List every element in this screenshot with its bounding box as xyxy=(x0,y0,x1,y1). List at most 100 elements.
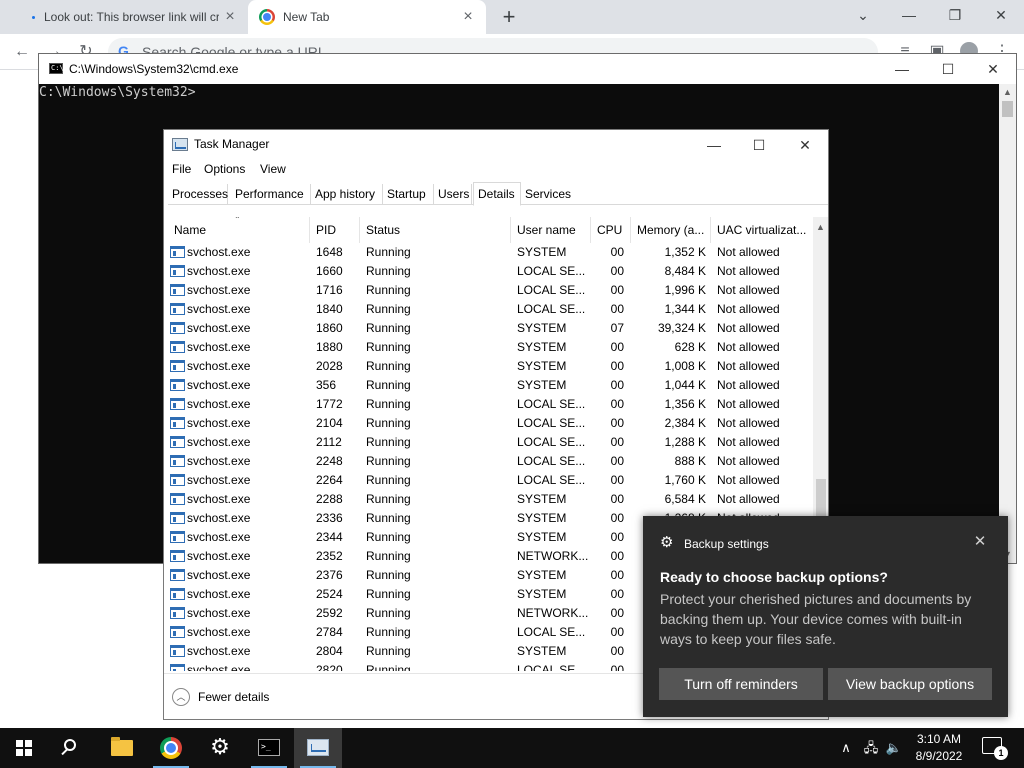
chrome-tab-new-tab[interactable]: New Tab × xyxy=(248,0,486,34)
process-name: svchost.exe xyxy=(187,606,251,620)
close-icon[interactable]: ✕ xyxy=(972,534,988,550)
task-manager-icon xyxy=(172,138,188,151)
taskbar-cmd[interactable]: >_ xyxy=(245,728,293,768)
restore-icon[interactable]: ❐ xyxy=(932,0,978,30)
taskbar-file-explorer[interactable] xyxy=(98,728,146,768)
process-user: LOCAL SE... xyxy=(517,435,586,449)
process-cpu: 00 xyxy=(610,359,624,373)
column-memory[interactable]: Memory (a... xyxy=(631,217,711,243)
tab-processes[interactable]: Processes xyxy=(168,184,228,205)
table-row[interactable]: svchost.exe 1840 Running LOCAL SE... 00 1,344… xyxy=(168,300,813,319)
process-status: Running xyxy=(366,359,411,373)
backup-notification[interactable]: ⚙ Backup settings ✕ Ready to choose back… xyxy=(643,516,1008,717)
cmd-scrollbar[interactable]: ▲ ▼ xyxy=(999,84,1016,563)
clock-time: 3:10 AM xyxy=(916,732,962,746)
chevron-up-circle-icon[interactable]: ︿ xyxy=(172,688,190,706)
close-tab-icon[interactable]: × xyxy=(460,9,476,25)
process-cpu: 00 xyxy=(610,663,624,671)
table-row[interactable]: svchost.exe 2288 Running SYSTEM 00 6,584 K Not… xyxy=(168,490,813,509)
cmd-titlebar[interactable]: C:\ C:\Windows\System32\cmd.exe — ☐ ✕ xyxy=(39,54,1016,84)
view-backup-options-button[interactable]: View backup options xyxy=(828,668,992,700)
menu-options[interactable]: Options xyxy=(204,162,245,176)
maximize-icon[interactable]: ☐ xyxy=(925,54,971,84)
minimize-icon[interactable]: — xyxy=(879,54,925,84)
maximize-icon[interactable]: ☐ xyxy=(736,130,782,160)
process-uac: Not allowed xyxy=(717,473,780,487)
process-name: svchost.exe xyxy=(187,378,251,392)
process-name: svchost.exe xyxy=(187,245,251,259)
table-row[interactable]: svchost.exe 2264 Running LOCAL SE... 00 1,760… xyxy=(168,471,813,490)
back-icon[interactable]: ← xyxy=(12,42,32,62)
close-tab-icon[interactable]: × xyxy=(222,9,238,25)
chevron-down-icon[interactable]: ⌄ xyxy=(840,0,886,30)
turn-off-reminders-button[interactable]: Turn off reminders xyxy=(659,668,823,700)
taskbar-chrome[interactable] xyxy=(147,728,195,768)
fewer-details-link[interactable]: Fewer details xyxy=(198,690,269,704)
process-cpu: 00 xyxy=(610,625,624,639)
minimize-icon[interactable]: — xyxy=(886,0,932,30)
table-row[interactable]: svchost.exe 1660 Running LOCAL SE... 00 8,484… xyxy=(168,262,813,281)
process-icon xyxy=(170,322,185,334)
process-cpu: 00 xyxy=(610,492,624,506)
tab-startup[interactable]: Startup xyxy=(383,184,434,205)
new-tab-button[interactable]: + xyxy=(498,6,520,28)
network-icon[interactable]: 🖧 xyxy=(860,728,882,768)
process-pid: 2264 xyxy=(316,473,343,487)
close-icon[interactable]: ✕ xyxy=(782,130,828,160)
task-manager-titlebar[interactable]: Task Manager — ☐ ✕ xyxy=(164,130,828,160)
table-row[interactable]: svchost.exe 2248 Running LOCAL SE... 00 888 K… xyxy=(168,452,813,471)
minimize-icon[interactable]: — xyxy=(691,130,737,160)
process-status: Running xyxy=(366,454,411,468)
notification-body: Protect your cherished pictures and docu… xyxy=(660,591,972,647)
volume-icon[interactable]: 🔈 xyxy=(884,728,904,768)
process-cpu: 00 xyxy=(610,435,624,449)
column-header-row: Name ⌃ PID Status User name CPU Memory (a… xyxy=(168,217,828,243)
clock[interactable]: 3:10 AM 8/9/2022 xyxy=(905,731,973,765)
menu-view[interactable]: View xyxy=(260,162,286,176)
tab-performance[interactable]: Performance xyxy=(231,184,311,205)
menu-file[interactable]: File xyxy=(172,162,191,176)
process-icon xyxy=(170,550,185,562)
start-button[interactable] xyxy=(0,728,48,768)
chrome-tab-look-out[interactable]: Look out: This browser link will crash × xyxy=(8,0,248,34)
column-user-name[interactable]: User name xyxy=(511,217,591,243)
table-row[interactable]: svchost.exe 1880 Running SYSTEM 00 628 K Not a… xyxy=(168,338,813,357)
process-pid: 2288 xyxy=(316,492,343,506)
column-name[interactable]: Name ⌃ xyxy=(168,217,310,243)
table-row[interactable]: svchost.exe 2112 Running LOCAL SE... 00 1,288… xyxy=(168,433,813,452)
scroll-up-icon[interactable]: ▲ xyxy=(999,84,1016,101)
process-user: LOCAL SE... xyxy=(517,302,586,316)
column-status[interactable]: Status xyxy=(360,217,511,243)
close-icon[interactable]: ✕ xyxy=(978,0,1024,30)
column-cpu[interactable]: CPU xyxy=(591,217,631,243)
column-pid[interactable]: PID xyxy=(310,217,360,243)
table-row[interactable]: svchost.exe 1860 Running SYSTEM 07 39,324 K No… xyxy=(168,319,813,338)
tab-details[interactable]: Details xyxy=(473,182,521,206)
taskbar-settings[interactable]: ⚙ xyxy=(196,728,244,768)
process-icon xyxy=(170,398,185,410)
process-memory: 2,384 K xyxy=(664,416,706,430)
process-memory: 1,352 K xyxy=(664,245,706,259)
table-row[interactable]: svchost.exe 1772 Running LOCAL SE... 00 1,356… xyxy=(168,395,813,414)
process-icon xyxy=(170,436,185,448)
search-button[interactable] xyxy=(48,728,96,768)
process-name: svchost.exe xyxy=(187,321,251,335)
tab-services[interactable]: Services xyxy=(521,184,577,205)
column-uac-virtualization[interactable]: UAC virtualizat... xyxy=(711,217,813,243)
close-icon[interactable]: ✕ xyxy=(970,54,1016,84)
tab-users[interactable]: Users xyxy=(434,184,472,205)
process-cpu: 00 xyxy=(610,511,624,525)
table-row[interactable]: svchost.exe 2028 Running SYSTEM 00 1,008 K Not… xyxy=(168,357,813,376)
scroll-up-icon[interactable]: ▲ xyxy=(813,220,828,235)
table-row[interactable]: svchost.exe 1716 Running LOCAL SE... 00 1,996… xyxy=(168,281,813,300)
chevron-up-icon[interactable]: ∧ xyxy=(836,728,856,768)
scroll-thumb[interactable] xyxy=(816,479,826,519)
tab-app-history[interactable]: App history xyxy=(311,184,383,205)
taskbar-task-manager[interactable] xyxy=(294,728,342,768)
process-pid: 2344 xyxy=(316,530,343,544)
scroll-thumb[interactable] xyxy=(1002,101,1013,117)
table-row[interactable]: svchost.exe 356 Running SYSTEM 00 1,044 K Not … xyxy=(168,376,813,395)
process-icon xyxy=(170,474,185,486)
table-row[interactable]: svchost.exe 1648 Running SYSTEM 00 1,352 K Not… xyxy=(168,243,813,262)
table-row[interactable]: svchost.exe 2104 Running LOCAL SE... 00 2,384… xyxy=(168,414,813,433)
